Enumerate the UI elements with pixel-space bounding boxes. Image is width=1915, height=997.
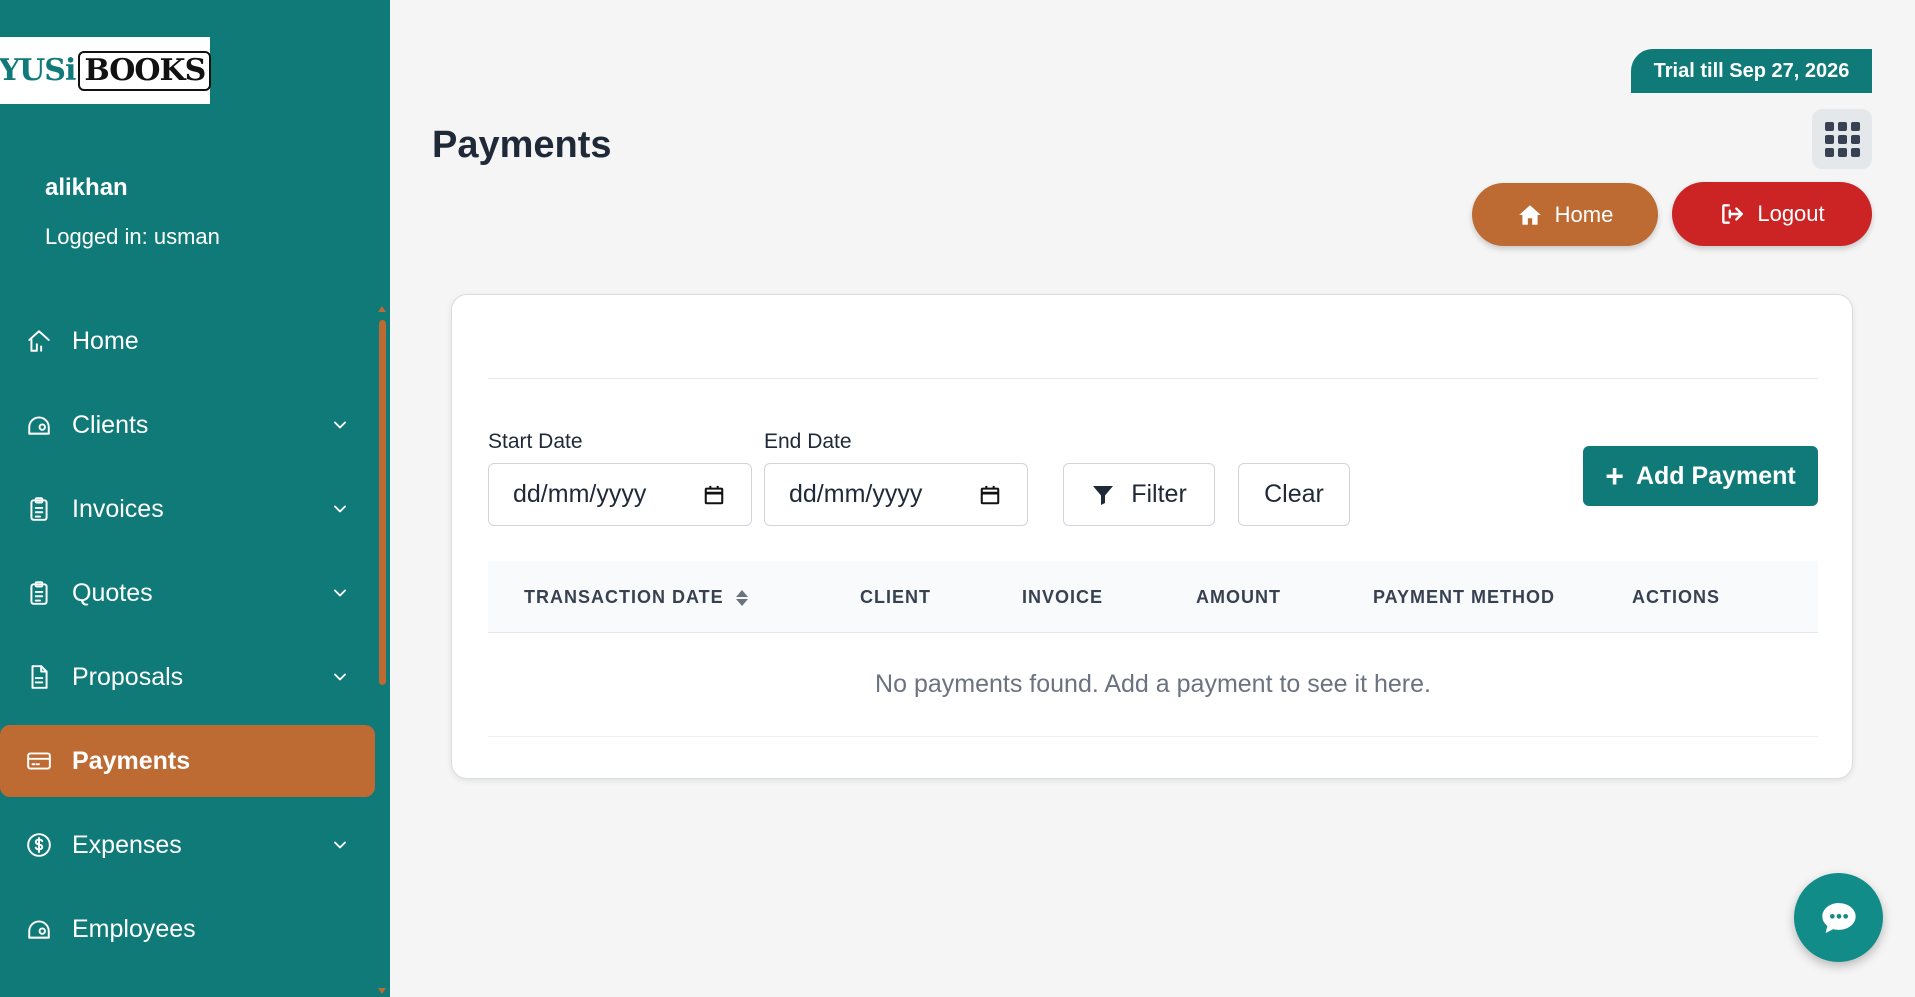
column-header-actions: ACTIONS: [1632, 587, 1720, 608]
plus-icon: +: [1605, 458, 1624, 494]
grid-icon: [1824, 121, 1860, 157]
filter-button[interactable]: Filter: [1063, 463, 1215, 526]
sidebar-item-payments[interactable]: Payments: [0, 725, 375, 797]
chevron-down-icon[interactable]: [330, 835, 350, 855]
sidebar-item-invoices[interactable]: Invoices: [0, 473, 375, 545]
sort-icon[interactable]: [735, 589, 748, 606]
column-label: INVOICE: [1022, 587, 1104, 607]
logo-text-books: BOOKS: [78, 50, 212, 91]
logout-button-label: Logout: [1757, 201, 1825, 226]
trial-badge: Trial till Sep 27, 2026: [1631, 49, 1872, 93]
chevron-down-icon[interactable]: [330, 499, 350, 519]
chevron-down-icon[interactable]: [330, 583, 350, 603]
sidebar-item-label: Payments: [72, 746, 191, 775]
logo-text-yusi: YUSi: [0, 53, 76, 88]
sidebar-scrollbar[interactable]: [379, 320, 386, 685]
home-button[interactable]: Home: [1472, 183, 1658, 246]
add-payment-label: Add Payment: [1635, 461, 1796, 490]
column-label: AMOUNT: [1196, 587, 1281, 607]
payments-card: Start Date dd/mm/yyyy End Date dd/mm/yyy…: [451, 294, 1853, 779]
sidebar-item-label: Proposals: [72, 662, 184, 691]
sidebar-item-label: Home: [72, 326, 139, 355]
start-date-value: dd/mm/yyyy: [513, 480, 647, 508]
end-date-value: dd/mm/yyyy: [789, 480, 923, 508]
scroll-down-arrow[interactable]: [378, 988, 386, 994]
start-date-label: Start Date: [488, 430, 583, 453]
home-button-label: Home: [1554, 201, 1614, 227]
chevron-down-icon[interactable]: [330, 667, 350, 687]
scroll-up-arrow[interactable]: [378, 306, 386, 312]
clear-button[interactable]: Clear: [1238, 463, 1350, 526]
sidebar-item-employees[interactable]: Employees: [0, 893, 375, 965]
calendar-icon[interactable]: [703, 484, 725, 506]
filter-button-label: Filter: [1131, 480, 1187, 508]
end-date-input[interactable]: dd/mm/yyyy: [764, 463, 1028, 526]
empty-state-message: No payments found. Add a payment to see …: [488, 633, 1818, 737]
dollar-circle-icon: [26, 832, 52, 858]
sidebar-item-label: Expenses: [72, 830, 182, 859]
column-label: PAYMENT METHOD: [1373, 587, 1556, 607]
document-icon: [26, 664, 52, 690]
sidebar-item-proposals[interactable]: Proposals: [0, 641, 375, 713]
table-header: TRANSACTION DATE CLIENT INVOICE AMOUNT P…: [488, 561, 1818, 633]
column-header-client: CLIENT: [860, 587, 931, 608]
clipboard-icon: [26, 496, 52, 522]
home-icon: [26, 328, 52, 354]
sidebar-nav: Home Clients Invoices Quotes Proposals P…: [0, 305, 375, 977]
add-payment-button[interactable]: + Add Payment: [1583, 446, 1818, 506]
logout-icon: [1722, 204, 1744, 224]
user-name: alikhan: [45, 174, 128, 201]
clear-button-label: Clear: [1264, 480, 1324, 508]
home-icon: [1518, 204, 1541, 225]
sidebar-item-label: Invoices: [72, 494, 164, 523]
chat-button[interactable]: [1794, 873, 1883, 962]
sidebar-item-quotes[interactable]: Quotes: [0, 557, 375, 629]
column-label: ACTIONS: [1632, 587, 1720, 607]
column-header-transaction-date[interactable]: TRANSACTION DATE: [524, 587, 748, 608]
column-label: TRANSACTION DATE: [524, 587, 724, 607]
page-title: Payments: [432, 124, 612, 166]
sidebar-item-label: Clients: [72, 410, 149, 439]
brand-logo[interactable]: YUSi BOOKS: [0, 37, 212, 104]
sidebar-item-clients[interactable]: Clients: [0, 389, 375, 461]
sidebar-item-label: Employees: [72, 914, 196, 943]
logged-in-text: Logged in: usman: [45, 224, 220, 249]
employees-icon: [26, 916, 52, 942]
credit-card-icon: [26, 748, 52, 774]
sidebar-item-expenses[interactable]: Expenses: [0, 809, 375, 881]
column-label: CLIENT: [860, 587, 931, 607]
clients-icon: [26, 412, 52, 438]
calendar-icon[interactable]: [979, 484, 1001, 506]
logout-button[interactable]: Logout: [1672, 182, 1872, 246]
end-date-label: End Date: [764, 430, 852, 453]
filter-icon: [1093, 485, 1114, 505]
sidebar: YUSi BOOKS alikhan Logged in: usman Home…: [0, 0, 390, 997]
sidebar-item-home[interactable]: Home: [0, 305, 375, 377]
card-divider: [488, 378, 1818, 379]
column-header-amount: AMOUNT: [1196, 587, 1281, 608]
clipboard-icon: [26, 580, 52, 606]
chevron-down-icon[interactable]: [330, 415, 350, 435]
sidebar-item-label: Quotes: [72, 578, 153, 607]
column-header-invoice: INVOICE: [1022, 587, 1103, 608]
start-date-input[interactable]: dd/mm/yyyy: [488, 463, 752, 526]
chat-bubble-icon: [1821, 902, 1856, 933]
column-header-payment-method: PAYMENT METHOD: [1373, 587, 1555, 608]
apps-menu-button[interactable]: [1812, 109, 1872, 169]
